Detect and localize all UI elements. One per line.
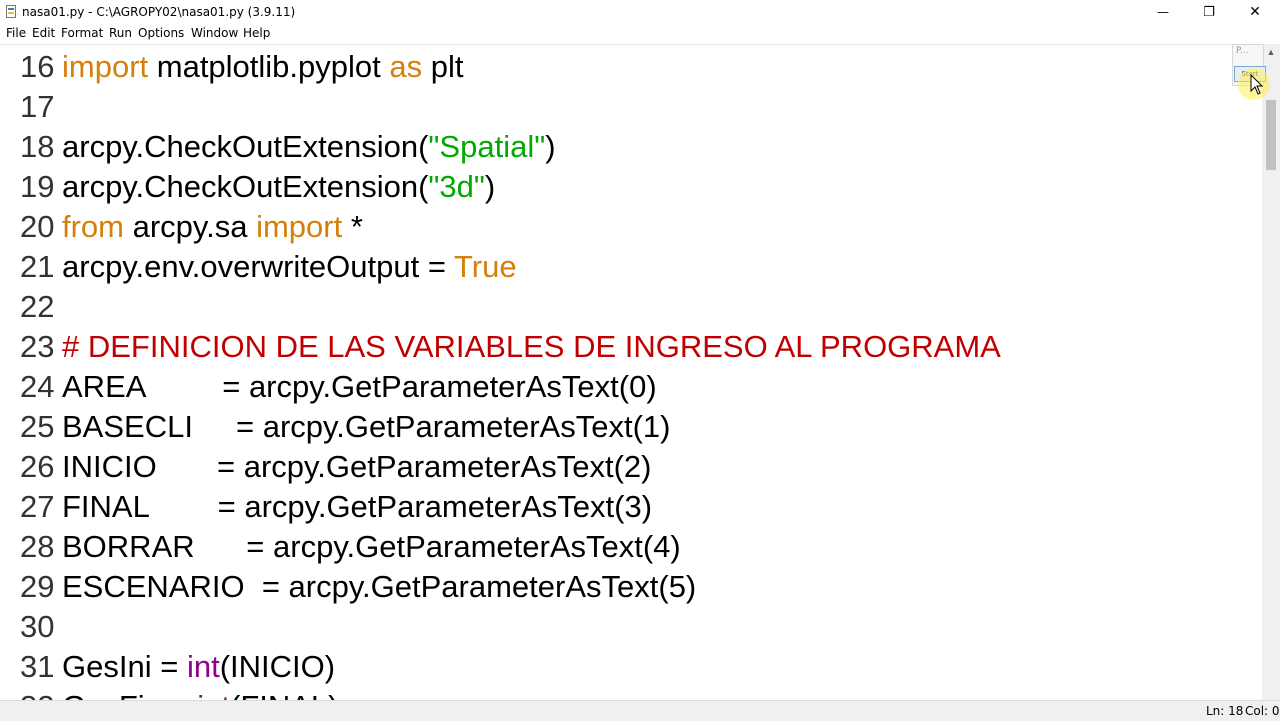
line-number: 19 bbox=[20, 169, 55, 204]
code-token: as bbox=[389, 49, 423, 84]
code-token: FINAL = arcpy.GetParameterAsText(3) bbox=[62, 489, 653, 524]
code-line[interactable]: 28 BORRAR = arcpy.GetParameterAsText(4) bbox=[0, 527, 1262, 567]
title-bar: nasa01.py - C:\AGROPY02\nasa01.py (3.9.1… bbox=[0, 0, 1280, 24]
line-number: 17 bbox=[20, 89, 55, 124]
code-token: from bbox=[62, 209, 124, 244]
line-number: 28 bbox=[20, 529, 55, 564]
scroll-thumb[interactable] bbox=[1266, 100, 1276, 170]
code-text: arcpy.CheckOutExtension("3d") bbox=[62, 167, 495, 207]
code-text: arcpy.CheckOutExtension("Spatial") bbox=[62, 127, 556, 167]
code-text: from arcpy.sa import * bbox=[62, 207, 363, 247]
code-editor[interactable]: 16 import matplotlib.pyplot as plt 17 18 arc… bbox=[0, 44, 1262, 701]
status-line: Ln: 18 bbox=[1206, 704, 1244, 718]
code-token: BASECLI = arcpy.GetParameterAsText(1) bbox=[62, 409, 671, 444]
code-line[interactable]: 24 AREA = arcpy.GetParameterAsText(0) bbox=[0, 367, 1262, 407]
line-number: 16 bbox=[20, 49, 55, 84]
code-line[interactable]: 32GesFin = int(FINAL) bbox=[0, 687, 1262, 701]
line-number: 23 bbox=[20, 329, 55, 364]
code-line[interactable]: 20 from arcpy.sa import * bbox=[0, 207, 1262, 247]
line-number: 32 bbox=[20, 687, 60, 701]
code-text: INICIO = arcpy.GetParameterAsText(2) bbox=[62, 447, 651, 487]
close-button[interactable]: ✕ bbox=[1232, 0, 1278, 24]
status-column: Col: 0 bbox=[1245, 704, 1280, 718]
line-number: 27 bbox=[20, 489, 55, 524]
code-token: GesIni = bbox=[62, 649, 187, 684]
line-number: 25 bbox=[20, 409, 55, 444]
vertical-scrollbar[interactable]: ▲ bbox=[1262, 44, 1280, 700]
line-number: 21 bbox=[20, 249, 55, 284]
menu-edit[interactable]: Edit bbox=[32, 26, 55, 40]
code-token: True bbox=[454, 249, 517, 284]
floating-panel-label: P... bbox=[1236, 46, 1249, 56]
status-bar: Ln: 18 Col: 0 bbox=[0, 700, 1280, 721]
menu-file[interactable]: File bbox=[6, 26, 26, 40]
code-token: arcpy.sa bbox=[124, 209, 257, 244]
code-text: FINAL = arcpy.GetParameterAsText(3) bbox=[62, 487, 652, 527]
line-number: 20 bbox=[20, 209, 55, 244]
code-token: plt bbox=[422, 49, 464, 84]
code-line[interactable]: 29 ESCENARIO = arcpy.GetParameterAsText(5… bbox=[0, 567, 1262, 607]
code-line[interactable]: 22 bbox=[0, 287, 1262, 327]
code-text: GesFin = int(FINAL) bbox=[62, 687, 339, 701]
code-token: import bbox=[62, 49, 149, 84]
code-text: BORRAR = arcpy.GetParameterAsText(4) bbox=[62, 527, 681, 567]
code-line[interactable]: 27 FINAL = arcpy.GetParameterAsText(3) bbox=[0, 487, 1262, 527]
menu-format[interactable]: Format bbox=[61, 26, 103, 40]
code-line[interactable]: 17 bbox=[0, 87, 1262, 127]
code-token: ) bbox=[484, 169, 496, 204]
code-text: BASECLI = arcpy.GetParameterAsText(1) bbox=[62, 407, 670, 447]
code-text: arcpy.env.overwriteOutput = True bbox=[62, 247, 517, 287]
code-token: matplotlib.pyplot bbox=[148, 49, 390, 84]
code-token: ESCENARIO = arcpy.GetParameterAsText(5) bbox=[62, 569, 697, 604]
code-token: "Spatial" bbox=[428, 129, 546, 164]
mouse-pointer-icon bbox=[1250, 74, 1264, 95]
code-token: AREA = arcpy.GetParameterAsText(0) bbox=[62, 369, 657, 404]
code-token: arcpy.env.overwriteOutput = bbox=[62, 249, 454, 284]
code-token: (INICIO) bbox=[219, 649, 336, 684]
code-token: # DEFINICION DE LAS VARIABLES DE INGRESO… bbox=[62, 329, 1001, 364]
code-token: INICIO = arcpy.GetParameterAsText(2) bbox=[62, 449, 652, 484]
window-title: nasa01.py - C:\AGROPY02\nasa01.py (3.9.1… bbox=[22, 5, 296, 19]
code-line[interactable]: 26 INICIO = arcpy.GetParameterAsText(2) bbox=[0, 447, 1262, 487]
code-text: GesIni = int(INICIO) bbox=[62, 647, 335, 687]
line-number: 31 bbox=[20, 649, 55, 684]
code-text: # DEFINICION DE LAS VARIABLES DE INGRESO… bbox=[62, 327, 1001, 367]
line-number: 24 bbox=[20, 369, 55, 404]
menu-window[interactable]: Window bbox=[191, 26, 238, 40]
code-text: import matplotlib.pyplot as plt bbox=[62, 47, 463, 87]
menu-options[interactable]: Options bbox=[138, 26, 184, 40]
code-line[interactable]: 18 arcpy.CheckOutExtension("Spatial") bbox=[0, 127, 1262, 167]
minimize-button[interactable]: — bbox=[1140, 0, 1186, 24]
line-number: 22 bbox=[20, 289, 55, 324]
maximize-button[interactable]: ❐ bbox=[1186, 0, 1232, 24]
code-token: ) bbox=[545, 129, 556, 164]
line-number: 30 bbox=[20, 609, 55, 644]
menu-help[interactable]: Help bbox=[243, 26, 270, 40]
code-line[interactable]: 16 import matplotlib.pyplot as plt bbox=[0, 47, 1262, 87]
code-line[interactable]: 30 bbox=[0, 607, 1262, 647]
code-line[interactable]: 21 arcpy.env.overwriteOutput = True bbox=[0, 247, 1262, 287]
code-text: AREA = arcpy.GetParameterAsText(0) bbox=[62, 367, 657, 407]
line-number: 18 bbox=[20, 129, 55, 164]
menu-run[interactable]: Run bbox=[109, 26, 132, 40]
code-token: BORRAR = arcpy.GetParameterAsText(4) bbox=[62, 529, 681, 564]
line-number: 26 bbox=[20, 449, 55, 484]
code-line[interactable]: 25 BASECLI = arcpy.GetParameterAsText(1) bbox=[0, 407, 1262, 447]
scroll-up-arrow-icon[interactable]: ▲ bbox=[1262, 44, 1280, 60]
line-number: 29 bbox=[20, 569, 55, 604]
code-line[interactable]: 31 GesIni = int(INICIO) bbox=[0, 647, 1262, 687]
code-token: arcpy.CheckOutExtension( bbox=[62, 169, 429, 204]
code-line[interactable]: 23 # DEFINICION DE LAS VARIABLES DE INGRE… bbox=[0, 327, 1262, 367]
code-token: "3d" bbox=[428, 169, 485, 204]
code-token: import bbox=[256, 209, 343, 244]
code-text: ESCENARIO = arcpy.GetParameterAsText(5) bbox=[62, 567, 696, 607]
menu-bar: File Edit Format Run Options Window Help bbox=[0, 24, 1280, 44]
python-file-icon bbox=[6, 5, 16, 18]
code-token: arcpy.CheckOutExtension( bbox=[62, 129, 429, 164]
code-line[interactable]: 19 arcpy.CheckOutExtension("3d") bbox=[0, 167, 1262, 207]
code-token: * bbox=[342, 209, 363, 244]
code-token: int bbox=[186, 649, 220, 684]
